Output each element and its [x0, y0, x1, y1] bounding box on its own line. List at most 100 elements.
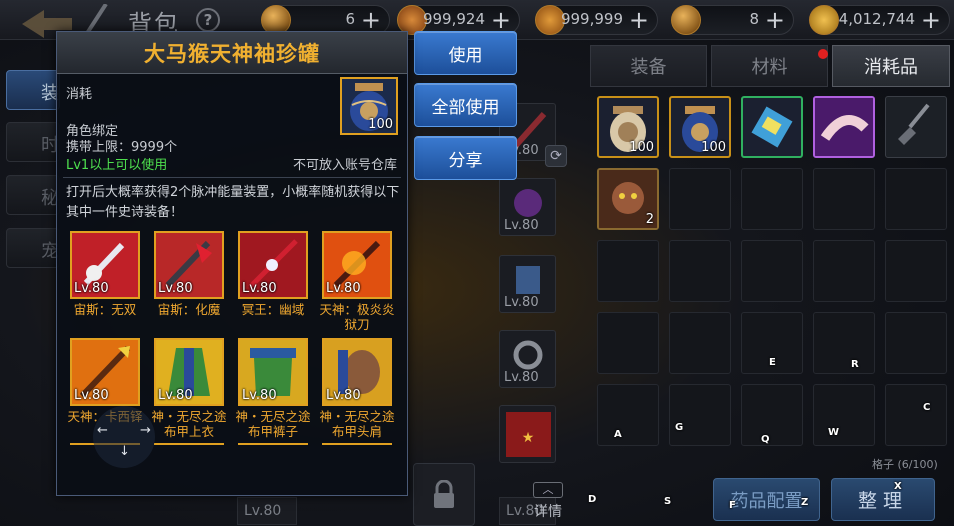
equip-slot[interactable]: ★ — [499, 405, 556, 463]
gold-ingot-icon — [809, 5, 839, 35]
inventory-slot[interactable] — [885, 312, 947, 374]
key-hint: Z — [801, 497, 809, 508]
refresh-icon[interactable]: ⟳ — [545, 145, 567, 167]
reward-slot[interactable]: Lv.80 — [238, 231, 308, 299]
add-currency-button[interactable]: + — [361, 7, 381, 33]
lock-icon — [413, 463, 475, 526]
reward-level: Lv.80 — [326, 281, 361, 296]
key-hint: E — [769, 357, 776, 368]
reward-slot[interactable]: Lv.80 — [322, 231, 392, 299]
inventory-slot[interactable] — [813, 96, 875, 158]
inventory-slot[interactable] — [669, 384, 731, 446]
tab-secret[interactable]: 秘 — [6, 175, 60, 215]
item-type: 消耗 — [66, 87, 93, 102]
reward-name: 神・无尽之途布甲裤子 — [235, 409, 311, 439]
storage-note: 不可放入账号仓库 — [292, 158, 397, 173]
ticket-icon — [751, 106, 793, 148]
reward-level: Lv.80 — [326, 388, 361, 403]
arrow-right-icon: → — [140, 423, 151, 438]
blue-jar-icon: 100 — [340, 77, 398, 135]
reward-name: 宙斯：无双 — [73, 302, 137, 317]
reward-level: Lv.80 — [158, 281, 193, 296]
reward-level: Lv.80 — [74, 281, 109, 296]
equip-slot[interactable]: Lv.80 — [499, 255, 556, 313]
slot-level: Lv.80 — [504, 295, 539, 310]
currency-value: 4,012,744 — [838, 10, 915, 28]
help-icon[interactable]: ? — [196, 8, 220, 32]
reward-level: Lv.80 — [242, 388, 277, 403]
inventory-slot[interactable] — [813, 168, 875, 230]
svg-text:★: ★ — [522, 430, 535, 446]
glove-icon — [815, 98, 873, 156]
reward-slot[interactable]: Lv.80 — [322, 338, 392, 406]
equip-slot[interactable]: Lv.80 — [499, 330, 556, 388]
tab-fashion[interactable]: 时 — [6, 122, 60, 162]
tab-materials[interactable]: 材料 — [711, 45, 828, 87]
reward-name: 冥王：幽域 — [241, 302, 305, 317]
currency-value: 999,924 — [422, 10, 485, 28]
inventory-slot[interactable]: 100 — [597, 96, 659, 158]
inventory-slot[interactable] — [885, 168, 947, 230]
reward-slot-partial — [154, 443, 224, 447]
add-currency-button[interactable]: + — [629, 7, 649, 33]
reward-level: Lv.80 — [158, 388, 193, 403]
key-hint: R — [851, 359, 859, 370]
inventory-slot[interactable]: 100 — [669, 96, 731, 158]
inventory-slot[interactable] — [741, 96, 803, 158]
inventory-slot[interactable] — [741, 168, 803, 230]
inventory-slot[interactable] — [813, 240, 875, 302]
inventory-slot[interactable] — [885, 240, 947, 302]
arrow-left-icon: ← — [97, 423, 108, 438]
inventory-slot[interactable] — [885, 96, 947, 158]
reward-level: Lv.80 — [74, 388, 109, 403]
item-count: 100 — [368, 117, 393, 132]
item-count: 2 — [645, 212, 654, 227]
reward-slot[interactable]: Lv.80 — [154, 338, 224, 406]
key-hint: A — [614, 429, 622, 440]
reward-slot[interactable]: Lv.80 — [70, 231, 140, 299]
add-currency-button[interactable]: + — [921, 7, 941, 33]
equip-slot[interactable]: Lv.80 — [499, 178, 556, 236]
inventory-slot[interactable] — [597, 240, 659, 302]
chevron-up-icon: ︿ — [533, 482, 563, 498]
inventory-slot[interactable] — [597, 312, 659, 374]
inventory-slot[interactable] — [597, 384, 659, 446]
currency-gold-ingot: 4,012,744 + — [809, 5, 950, 35]
inventory-slot[interactable] — [669, 168, 731, 230]
slot-level: Lv.80 — [504, 218, 539, 233]
key-hint: D — [588, 494, 597, 505]
add-currency-button[interactable]: + — [765, 7, 785, 33]
key-hint: W — [828, 427, 840, 438]
detail-button[interactable]: ︿ 详情 — [530, 482, 566, 522]
inventory-grid: 100 100 2 — [597, 96, 949, 454]
shovel-icon — [898, 103, 930, 145]
reward-name: 天神：极炎炎狱刀 — [319, 302, 395, 332]
tab-consumables[interactable]: 消耗品 — [832, 45, 950, 87]
inventory-slot[interactable] — [741, 384, 803, 446]
use-all-button[interactable]: 全部使用 — [414, 83, 517, 127]
share-button[interactable]: 分享 — [414, 136, 517, 180]
reward-name: 神・无尽之途布甲上衣 — [151, 409, 227, 439]
inventory-slot[interactable] — [885, 384, 947, 446]
key-hint: C — [923, 402, 931, 413]
inventory-slot[interactable] — [813, 312, 875, 374]
use-button[interactable]: 使用 — [414, 31, 517, 75]
tab-equipment[interactable]: 装 — [6, 70, 60, 110]
inventory-slot[interactable] — [669, 312, 731, 374]
inventory-slot[interactable]: 2 — [597, 168, 659, 230]
add-currency-button[interactable]: + — [491, 7, 511, 33]
item-name: 大马猴天神袖珍罐 — [144, 42, 320, 66]
reward-level: Lv.80 — [242, 281, 277, 296]
reward-slot[interactable]: Lv.80 — [238, 338, 308, 406]
tab-pet[interactable]: 宠 — [6, 228, 60, 268]
inventory-slot[interactable] — [741, 240, 803, 302]
tab-equip[interactable]: 装备 — [590, 45, 707, 87]
item-count: 100 — [701, 140, 726, 155]
inventory-slot[interactable] — [813, 384, 875, 446]
coin-icon — [671, 5, 701, 35]
reward-slot[interactable]: Lv.80 — [70, 338, 140, 406]
sort-button[interactable]: 整理 — [831, 478, 935, 521]
slot-level: Lv.80 — [504, 370, 539, 385]
reward-slot[interactable]: Lv.80 — [154, 231, 224, 299]
inventory-slot[interactable] — [669, 240, 731, 302]
